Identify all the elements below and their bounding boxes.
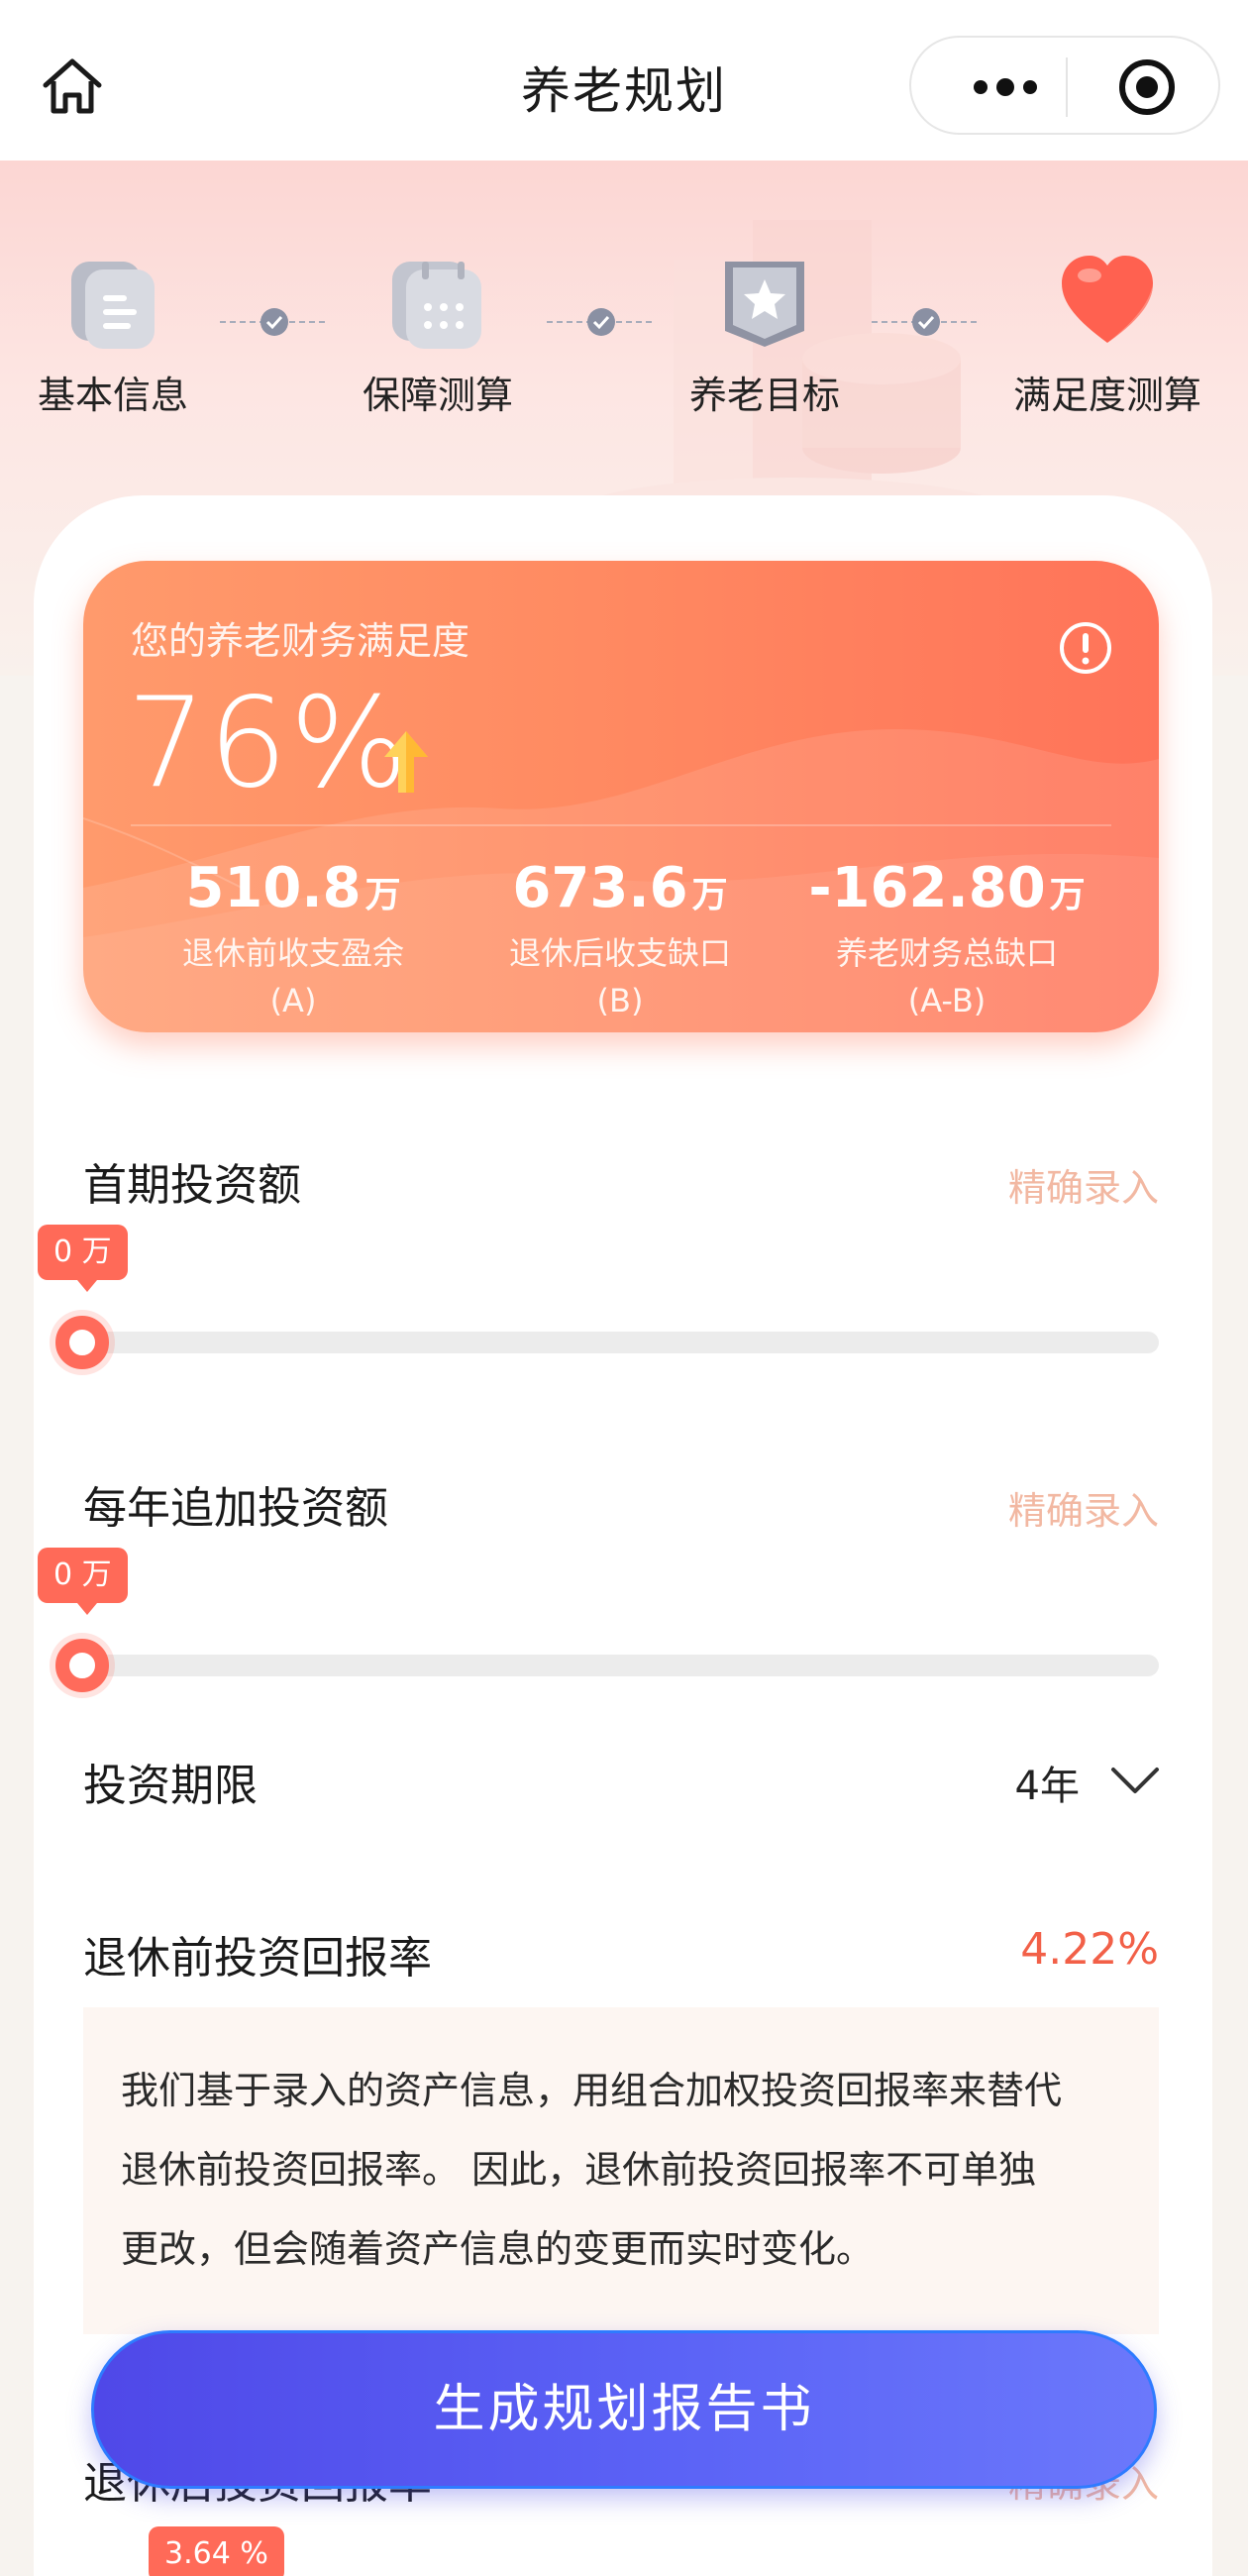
mini-program-capsule: [909, 36, 1220, 135]
investment-period-label: 投资期限: [83, 1761, 258, 1811]
metric-caption: 退休前收支盈余: [181, 934, 404, 972]
metric-value: -162.80: [808, 856, 1046, 920]
step-coverage-calc[interactable]: 保障测算: [339, 252, 537, 419]
satisfaction-card: 您的养老财务满足度 76% 510.8 万 退休前收支盈余 (A) 673.6 万 …: [83, 561, 1159, 1032]
step-label: 基本信息: [37, 374, 188, 417]
satisfaction-percent: 76%: [127, 670, 411, 815]
pre-retirement-rate-value: 4.22%: [1020, 1924, 1159, 1975]
metric-value: 673.6: [512, 856, 688, 920]
star-badge-icon: [725, 262, 804, 347]
metric-total-gap: -162.80 万 养老财务总缺口 (A-B): [779, 856, 1115, 1020]
metric-formula: (A): [269, 982, 317, 1020]
metric-post-retirement-gap: 673.6 万 退休后收支缺口 (B): [452, 856, 788, 1020]
step-label: 满足度测算: [1012, 374, 1201, 417]
post-retirement-rate-tip: 3.64 %: [149, 2526, 284, 2576]
metric-formula: (A-B): [907, 982, 987, 1020]
initial-investment-precise-entry-link[interactable]: 精确录入: [1008, 1157, 1159, 1212]
step-label: 养老目标: [688, 374, 840, 417]
annual-investment-slider-thumb[interactable]: [55, 1639, 109, 1692]
generate-report-button[interactable]: 生成规划报告书: [91, 2330, 1157, 2489]
annual-investment-precise-entry-link[interactable]: 精确录入: [1008, 1480, 1159, 1535]
note-line: 退休前投资回报率。 因此，退休前投资回报率不可单独: [121, 2148, 1037, 2192]
annual-investment-label: 每年追加投资额: [83, 1483, 388, 1534]
step-connector-check-icon: [220, 308, 329, 336]
metric-unit: 万: [364, 875, 401, 915]
metric-unit: 万: [691, 875, 728, 915]
satisfaction-subtitle: 您的养老财务满足度: [131, 619, 470, 663]
up-arrow-icon: [384, 731, 428, 793]
initial-investment-slider-thumb[interactable]: [55, 1316, 109, 1369]
document-icon: [71, 262, 155, 349]
metric-pre-retirement-surplus: 510.8 万 退休前收支盈余 (A): [125, 856, 462, 1020]
step-satisfaction-calc[interactable]: 满足度测算: [1008, 252, 1206, 419]
metric-caption: 退休后收支缺口: [508, 934, 731, 972]
capsule-divider: [1066, 57, 1068, 117]
target-circle-icon[interactable]: [1117, 57, 1177, 117]
note-line: 我们基于录入的资产信息，用组合加权投资回报率来替代: [121, 2069, 1063, 2112]
metric-caption: 养老财务总缺口: [835, 934, 1058, 972]
nav-bar: 养老规划: [0, 0, 1248, 161]
step-connector-check-icon: [872, 308, 981, 336]
initial-investment-slider-track[interactable]: [83, 1332, 1159, 1353]
info-icon[interactable]: [1058, 620, 1113, 676]
initial-investment-value-tip: 0 万: [38, 1225, 128, 1292]
annual-investment-value-tip: 0 万: [38, 1548, 128, 1615]
initial-investment-label: 首期投资额: [83, 1160, 301, 1211]
metric-unit: 万: [1049, 875, 1086, 915]
heart-icon: [1062, 256, 1153, 343]
annual-investment-slider-track[interactable]: [83, 1655, 1159, 1676]
calendar-icon: [392, 262, 481, 349]
step-basic-info[interactable]: 基本信息: [14, 252, 212, 419]
metric-value: 510.8: [185, 856, 362, 920]
pre-retirement-rate-label: 退休前投资回报率: [83, 1933, 432, 1984]
step-label: 保障测算: [362, 374, 513, 417]
note-line: 更改，但会随着资产信息的变更而实时变化。: [121, 2227, 875, 2271]
step-retirement-goal[interactable]: 养老目标: [666, 252, 864, 419]
chevron-down-icon[interactable]: [1109, 1766, 1161, 1795]
metric-formula: (B): [596, 982, 644, 1020]
rate-explanation-note: 我们基于录入的资产信息，用组合加权投资回报率来替代 退休前投资回报率。 因此，退…: [83, 2007, 1159, 2334]
card-divider: [131, 824, 1111, 826]
step-connector-check-icon: [547, 308, 656, 336]
more-dots-icon[interactable]: [961, 67, 1050, 107]
investment-period-value[interactable]: 4年: [1015, 1754, 1080, 1811]
